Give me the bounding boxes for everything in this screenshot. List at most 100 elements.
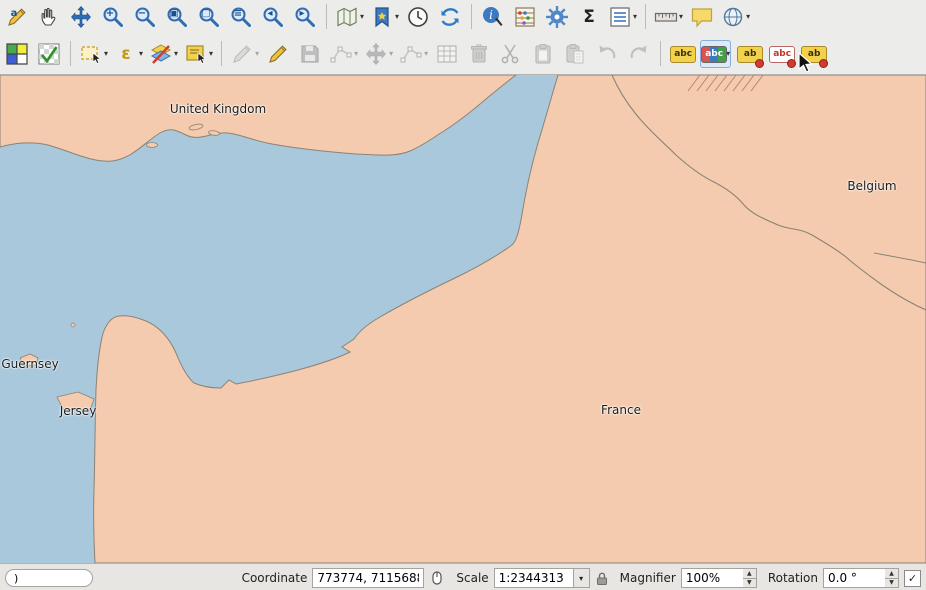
locator-search-input[interactable] (5, 569, 93, 587)
select-by-form-icon (184, 42, 208, 66)
toolbar-separator (660, 41, 661, 66)
zoom-out-icon[interactable]: − (131, 3, 159, 31)
dropdown-arrow-icon[interactable]: ▾ (633, 12, 637, 21)
scale-combobox[interactable]: ▾ (494, 568, 590, 588)
layer-labeling-options-icon[interactable]: abc (668, 40, 696, 68)
rotation-label: Rotation (768, 571, 818, 585)
move-feature-icon[interactable]: ▾ (363, 40, 394, 68)
pan-to-selection-icon[interactable] (67, 3, 95, 31)
map-label-jersey: Jersey (60, 404, 97, 418)
rotation-input[interactable] (823, 568, 885, 588)
map-tips-icon (690, 5, 714, 29)
save-edits-icon[interactable] (296, 40, 324, 68)
copy-features-icon[interactable] (529, 40, 557, 68)
dropdown-arrow-icon[interactable]: ▾ (209, 49, 213, 58)
edit-annotation-icon[interactable]: a (3, 3, 31, 31)
modify-attributes-icon[interactable] (433, 40, 461, 68)
pan-to-selection-icon (69, 5, 93, 29)
vertex-tool-icon[interactable]: ▾ (398, 40, 429, 68)
paste-features-icon (563, 42, 587, 66)
select-by-form-icon[interactable]: ▾ (183, 40, 214, 68)
map-canvas[interactable]: United KingdomBelgiumFranceGuernseyJerse… (0, 75, 926, 563)
red-dot-indicator (755, 59, 764, 68)
layer-labeling-single-icon[interactable]: abc▾ (700, 40, 731, 68)
measure-icon (654, 5, 678, 29)
coordinate-input[interactable] (312, 568, 424, 588)
new-map-view-icon (335, 5, 359, 29)
web-menu-icon[interactable]: ▾ (720, 3, 751, 31)
toggle-editing-icon (266, 42, 290, 66)
paste-features-icon[interactable] (561, 40, 589, 68)
dropdown-arrow-icon[interactable]: ▾ (360, 12, 364, 21)
identify-features-icon[interactable] (479, 3, 507, 31)
toolbar-separator (70, 41, 71, 66)
magnifier-spin-arrows[interactable]: ▲▼ (743, 568, 757, 588)
dropdown-arrow-icon[interactable]: ▾ (389, 49, 393, 58)
new-map-view-icon[interactable]: ▾ (334, 3, 365, 31)
digitize-with-segment-icon[interactable]: ▾ (328, 40, 359, 68)
data-source-manager-icon[interactable] (3, 40, 31, 68)
redo-icon[interactable] (625, 40, 653, 68)
rotation-spin-arrows[interactable]: ▲▼ (885, 568, 899, 588)
zoom-in-icon[interactable]: + (99, 3, 127, 31)
sum-features-icon[interactable]: Σ (575, 3, 603, 31)
scale-input[interactable] (495, 569, 573, 587)
toggle-editing-icon[interactable] (264, 40, 292, 68)
rotation-spinbox[interactable]: ▲▼ (823, 568, 899, 588)
dropdown-arrow-icon[interactable]: ▾ (174, 49, 178, 58)
dropdown-arrow-icon[interactable]: ▾ (746, 12, 750, 21)
edit-annotation-icon: a (5, 5, 29, 29)
spatial-bookmarks-icon[interactable]: ▾ (369, 3, 400, 31)
delete-selected-icon[interactable] (465, 40, 493, 68)
qgis-window: a+−▣▢≡◂▸▾▾Σ▾▾▾ ▾ε▾▾▾▾▾▾▾abcabc▾ababcab (0, 0, 926, 590)
magnifier-spinbox[interactable]: ▲▼ (681, 568, 757, 588)
scale-dropdown-arrow[interactable]: ▾ (573, 569, 589, 587)
dropdown-arrow-icon[interactable]: ▾ (424, 49, 428, 58)
dropdown-arrow-icon[interactable]: ▾ (104, 49, 108, 58)
cut-features-icon (499, 42, 523, 66)
undo-icon[interactable] (593, 40, 621, 68)
pin-unpin-labels-icon[interactable]: ab (735, 40, 763, 68)
processing-toolbox-icon[interactable] (543, 3, 571, 31)
refresh-map-icon[interactable] (436, 3, 464, 31)
cut-features-icon[interactable] (497, 40, 525, 68)
style-dock-icon[interactable] (35, 40, 63, 68)
select-by-expression-icon[interactable]: ε▾ (113, 40, 144, 68)
lock-scale-icon[interactable] (595, 571, 609, 586)
statistical-summary-icon[interactable] (511, 3, 539, 31)
scale-label: Scale (456, 571, 488, 585)
data-source-manager-icon (5, 42, 29, 66)
zoom-next-icon[interactable]: ▸ (291, 3, 319, 31)
zoom-last-icon[interactable]: ◂ (259, 3, 287, 31)
pan-map-icon[interactable] (35, 3, 63, 31)
zoom-to-layer-icon: ≡ (229, 5, 253, 29)
dropdown-arrow-icon[interactable]: ▾ (395, 12, 399, 21)
magnifier-input[interactable] (681, 568, 743, 588)
dropdown-arrow-icon[interactable]: ▾ (679, 12, 683, 21)
modify-attributes-icon (435, 42, 459, 66)
map-drawing (0, 75, 926, 563)
dropdown-arrow-icon[interactable]: ▾ (354, 49, 358, 58)
select-features-icon (79, 42, 103, 66)
highlight-pinned-labels-icon[interactable]: abc (767, 40, 795, 68)
zoom-to-selection-icon[interactable]: ▢ (195, 3, 223, 31)
render-checkbox[interactable]: ✓ (904, 570, 921, 587)
save-edits-icon (298, 42, 322, 66)
deselect-features-icon[interactable]: ▾ (148, 40, 179, 68)
select-features-icon[interactable]: ▾ (78, 40, 109, 68)
temporal-controller-icon[interactable] (404, 3, 432, 31)
toolbar-separator (471, 4, 472, 29)
dropdown-arrow-icon[interactable]: ▾ (255, 49, 259, 58)
highlight-pinned-labels-icon: abc (769, 42, 793, 66)
zoom-full-extent-icon[interactable]: ▣ (163, 3, 191, 31)
attributes-panel-icon[interactable]: ▾ (607, 3, 638, 31)
digitize-with-segment-icon (329, 42, 353, 66)
measure-icon[interactable]: ▾ (653, 3, 684, 31)
dropdown-arrow-icon[interactable]: ▾ (139, 49, 143, 58)
current-edits-icon[interactable]: ▾ (229, 40, 260, 68)
zoom-to-selection-icon: ▢ (197, 5, 221, 29)
map-tips-icon[interactable] (688, 3, 716, 31)
coordinate-tracking-icon[interactable] (429, 570, 445, 586)
zoom-to-layer-icon[interactable]: ≡ (227, 3, 255, 31)
magnifier-label: Magnifier (620, 571, 676, 585)
